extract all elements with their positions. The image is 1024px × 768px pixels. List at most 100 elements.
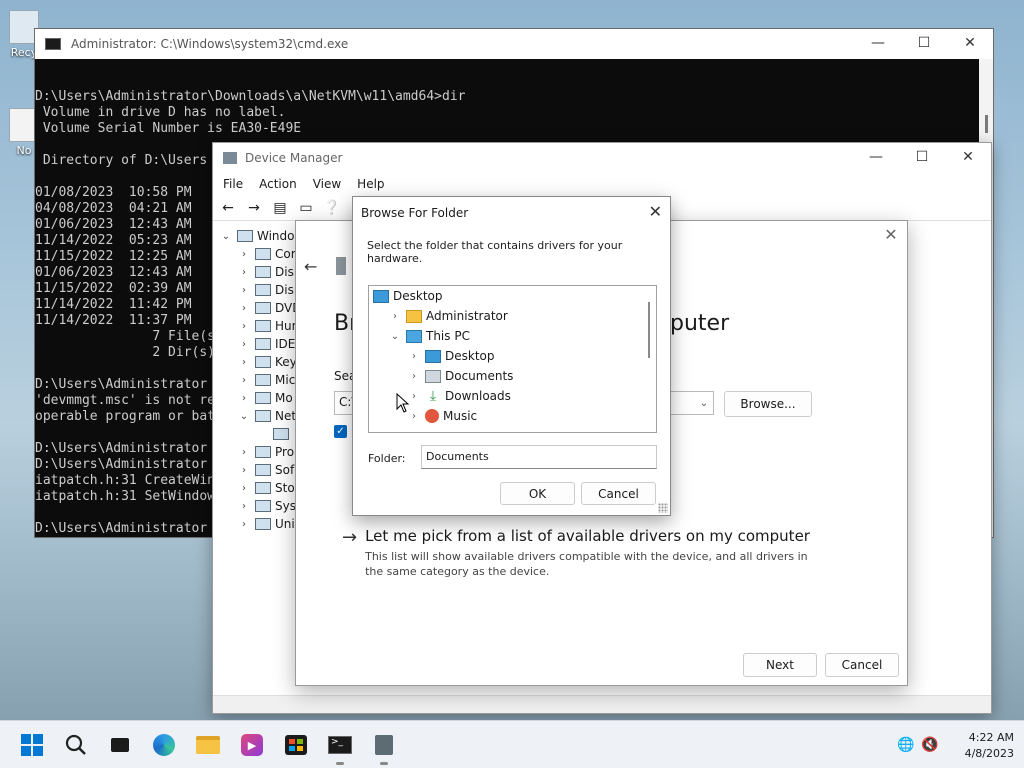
device-tree-label: Sof [275,463,295,477]
chevron-right-icon[interactable]: › [237,285,251,296]
chevron-right-icon[interactable]: › [237,483,251,494]
status-bar [213,695,991,713]
pick-driver-title: Let me pick from a list of available dri… [365,527,810,545]
chevron-down-icon[interactable]: ⌄ [388,331,402,342]
chevron-right-icon[interactable]: › [237,339,251,350]
help-icon[interactable]: ❔ [321,198,343,218]
tree-scrollbar[interactable] [648,302,650,358]
chevron-right-icon[interactable]: › [237,249,251,260]
devmgr-title: Device Manager [245,151,343,165]
chevron-down-icon[interactable]: ⌄ [219,231,233,242]
device-tree-label: Pro [275,445,295,459]
task-view-button[interactable] [108,733,132,757]
minimize-button[interactable]: — [855,29,901,57]
menu-bar: File Action View Help [213,173,991,195]
folder-tree-label: Desktop [393,289,443,303]
maximize-button[interactable]: ☐ [901,29,947,57]
maximize-button[interactable]: ☐ [899,143,945,171]
dialog-instruction: Select the folder that contains drivers … [367,239,623,265]
cmd-titlebar[interactable]: Administrator: C:\Windows\system32\cmd.e… [35,29,993,59]
chevron-right-icon[interactable]: › [237,519,251,530]
device-category-icon [255,320,271,332]
chevron-down-icon[interactable]: ⌄ [237,411,251,422]
wizard-cancel-button[interactable]: Cancel [825,653,899,677]
chevron-right-icon[interactable]: › [237,501,251,512]
notepad-label: No [16,144,32,157]
menu-view[interactable]: View [313,177,341,191]
chevron-right-icon[interactable]: › [407,351,421,362]
menu-help[interactable]: Help [357,177,384,191]
resize-grip[interactable] [658,503,668,513]
chevron-right-icon[interactable]: › [388,311,402,322]
terminal-icon [45,38,61,50]
folder-input[interactable]: Documents [421,445,657,469]
device-manager-taskbar-button[interactable] [372,733,396,765]
pick-driver-description: This list will show available drivers co… [365,550,808,578]
device-category-icon [255,392,271,404]
next-button[interactable]: Next [743,653,817,677]
devmgr-titlebar[interactable]: Device Manager — ☐ ✕ [213,143,991,173]
volume-muted-icon[interactable]: 🔇 [921,737,938,753]
minimize-button[interactable]: — [853,143,899,171]
folder-tree-item[interactable]: › Music [407,406,477,426]
browse-for-folder-dialog[interactable]: Browse For Folder ✕ Select the folder th… [352,196,671,516]
ok-button[interactable]: OK [500,482,575,505]
store-button[interactable] [284,733,308,757]
folder-tree-item[interactable]: › ⤓ Downloads [407,386,511,406]
chevron-right-icon[interactable]: › [237,321,251,332]
chevron-right-icon[interactable]: › [237,357,251,368]
folder-tree-item[interactable]: › Desktop [407,346,495,366]
device-tree-label: Mic [275,373,296,387]
music-icon [425,409,439,423]
include-subfolders-checkbox[interactable]: ✓ [334,425,347,438]
properties-icon[interactable]: ▭ [295,198,317,218]
edge-button[interactable] [152,733,176,757]
right-arrow-icon: → [342,527,358,548]
clock-date: 4/8/2023 [964,747,1014,760]
wizard-close-icon[interactable]: ✕ [881,225,901,245]
device-tree-label: Cor [275,247,296,261]
device-category-icon [255,266,271,278]
chevron-right-icon[interactable]: › [237,393,251,404]
down-icon: ⤓ [429,387,437,404]
device-category-icon [255,356,271,368]
dialog-cancel-button[interactable]: Cancel [581,482,656,505]
terminal-taskbar-button[interactable]: >_ [328,733,352,765]
chevron-down-icon[interactable]: ⌄ [694,391,714,415]
chevron-right-icon[interactable]: › [237,267,251,278]
close-button[interactable]: ✕ [947,29,993,57]
chevron-right-icon[interactable]: › [407,371,421,382]
browse-button[interactable]: Browse... [724,391,812,417]
menu-file[interactable]: File [223,177,243,191]
pick-driver-link[interactable]: → Let me pick from a list of available d… [342,527,815,579]
folder-tree[interactable]: Desktop › Administrator ⌄ This PC › Desktop › Do… [368,285,657,433]
back-arrow-icon[interactable]: ← [217,198,239,218]
search-button[interactable] [64,733,88,757]
device-tree-label: Net [275,409,297,423]
device-category-icon [255,338,271,350]
folder-tree-item[interactable]: › Administrator [388,306,508,326]
folder-tree-item[interactable]: Desktop [369,286,443,306]
chevron-right-icon[interactable]: › [237,375,251,386]
up-level-icon[interactable]: ▤ [269,198,291,218]
chevron-right-icon[interactable]: › [237,303,251,314]
file-explorer-button[interactable] [196,733,220,757]
device-category-icon [255,464,271,476]
chevron-right-icon[interactable]: › [237,465,251,476]
start-button[interactable] [20,733,44,757]
edge-icon [153,734,175,756]
wizard-back-arrow-icon[interactable]: ← [304,257,317,276]
clock[interactable]: 4:22 AM 4/8/2023 [965,730,1014,762]
media-player-button[interactable]: ▶ [240,733,264,757]
taskbar: ▶ >_ 🌐 🔇 4:22 AM 4/8/2023 [0,720,1024,768]
forward-arrow-icon[interactable]: → [243,198,265,218]
folder-tree-item[interactable]: ⌄ This PC [388,326,470,346]
docs-icon [425,369,441,383]
chevron-right-icon[interactable]: › [237,447,251,458]
device-tree-label: Sys [275,499,296,513]
menu-action[interactable]: Action [259,177,297,191]
dialog-close-icon[interactable]: ✕ [649,202,662,221]
network-icon[interactable]: 🌐 [897,737,914,753]
close-button[interactable]: ✕ [945,143,991,171]
folder-tree-item[interactable]: › Documents [407,366,513,386]
